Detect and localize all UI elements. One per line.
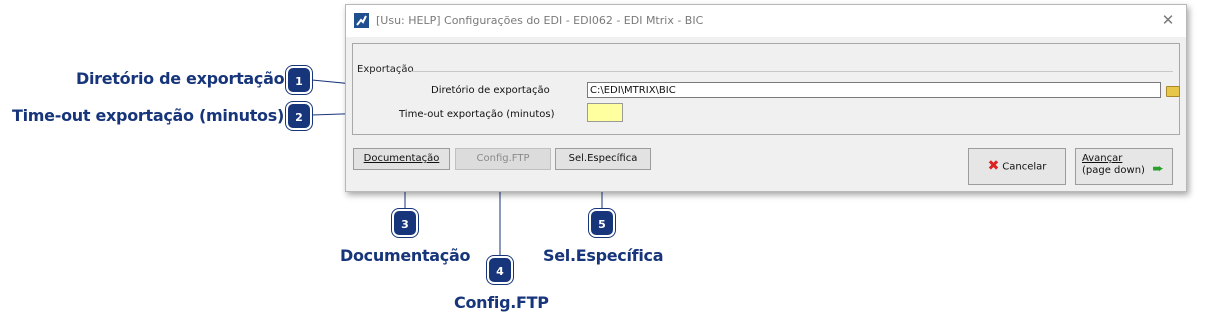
callout-label-5: Sel.Específica (543, 246, 664, 265)
app-icon (354, 13, 369, 28)
callout-badge-5: 5 (589, 209, 615, 237)
title-bar: [Usu: HELP] Configurações do EDI - EDI06… (346, 5, 1186, 37)
config-ftp-button-label: Config.FTP (476, 153, 530, 164)
next-button[interactable]: Avançar (page down) ➨ (1075, 148, 1173, 185)
documentation-button[interactable]: Documentação (353, 148, 450, 170)
sel-especifica-button[interactable]: Sel.Específica (555, 148, 651, 170)
window-title: [Usu: HELP] Configurações do EDI - EDI06… (376, 14, 704, 27)
group-label-export: Exportação (357, 64, 414, 75)
timeout-input[interactable] (587, 103, 623, 122)
cancel-button[interactable]: ✖ Cancelar (968, 148, 1066, 185)
callout-badge-3: 3 (392, 209, 418, 237)
directory-input[interactable]: C:\EDI\MTRIX\BIC (587, 82, 1161, 98)
next-button-label: Avançar (1082, 153, 1123, 164)
next-button-text: Avançar (page down) (1082, 153, 1145, 177)
directory-label: Diretório de exportação (431, 85, 550, 96)
folder-icon[interactable] (1166, 86, 1180, 97)
close-icon[interactable]: ✕ (1158, 10, 1178, 30)
callout-label-1: Diretório de exportação (76, 69, 285, 88)
documentation-button-label: Documentação (363, 153, 440, 164)
group-divider (411, 71, 1173, 72)
green-arrow-icon: ➨ (1152, 161, 1164, 177)
next-button-sublabel: (page down) (1082, 165, 1145, 176)
edi-config-dialog: [Usu: HELP] Configurações do EDI - EDI06… (345, 4, 1187, 192)
export-panel: Exportação Diretório de exportação C:\ED… (352, 43, 1180, 135)
callout-label-3: Documentação (340, 246, 471, 265)
config-ftp-button[interactable]: Config.FTP (455, 148, 551, 170)
timeout-label: Time-out exportação (minutos) (399, 109, 555, 120)
x-icon: ✖ (987, 158, 1000, 174)
callout-label-4: Config.FTP (454, 293, 549, 312)
sel-especifica-button-label: Sel.Específica (568, 153, 638, 164)
callout-badge-1: 1 (286, 66, 312, 94)
callout-badge-2: 2 (286, 102, 312, 130)
callout-badge-4: 4 (487, 256, 513, 284)
callout-label-2: Time-out exportação (minutos) (12, 106, 284, 125)
cancel-button-label: Cancelar (1002, 161, 1047, 173)
